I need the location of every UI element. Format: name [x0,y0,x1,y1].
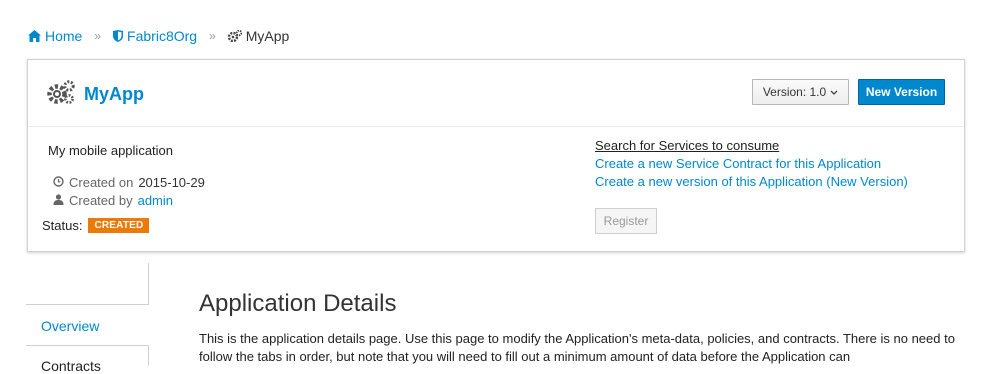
created-on-label: Created on [69,175,134,190]
app-title: MyApp [46,79,144,110]
create-contract-link[interactable]: Create a new Service Contract for this A… [595,155,908,173]
status-label: Status: [42,218,83,233]
new-version-button[interactable]: New Version [858,79,945,105]
version-dropdown[interactable]: Version: 1.0 [752,79,849,105]
register-button[interactable]: Register [595,208,657,234]
user-icon [53,193,64,208]
cogs-icon [227,30,242,42]
create-version-link[interactable]: Create a new version of this Application… [595,173,908,191]
page-intro-text: This is the application details page. Us… [199,331,955,364]
breadcrumb-org-label: Fabric8Org [127,28,198,44]
app-header-panel: MyApp Version: 1.0 New Version My mobile… [27,59,965,252]
breadcrumb-current: MyApp [227,28,290,44]
breadcrumb-home-label: Home [45,28,83,44]
breadcrumb-home[interactable]: Home [28,28,82,44]
created-on-value: 2015-10-29 [138,175,205,190]
created-by-row: Created by admin [53,193,173,208]
breadcrumb-separator: » [209,29,216,43]
breadcrumb-current-label: MyApp [245,28,290,44]
created-by-link[interactable]: admin [138,193,173,208]
sidebar-divider [26,345,149,346]
panel-header: MyApp Version: 1.0 New Version [28,60,964,127]
tab-overview[interactable]: Overview [41,318,99,334]
breadcrumb-org[interactable]: Fabric8Org [113,28,197,44]
status-row: Status: CREATED [42,218,150,233]
page-title: Application Details [199,290,397,317]
search-services-link[interactable]: Search for Services to consume [595,137,908,155]
created-by-label: Created by [69,193,133,208]
tab-contracts[interactable]: Contracts [41,358,101,374]
created-on-row: Created on 2015-10-29 [53,175,205,190]
breadcrumb: Home » Fabric8Org » MyApp [28,28,289,44]
chevron-down-icon [830,85,838,99]
breadcrumb-separator: » [94,29,102,43]
status-badge: CREATED [88,218,150,233]
sidebar-divider [26,304,149,305]
sidebar-divider [148,345,149,366]
home-icon [28,30,41,42]
sidebar-divider [148,263,149,305]
shield-icon [113,30,124,42]
action-links: Search for Services to consume Create a … [595,137,908,191]
cogs-icon [46,79,76,110]
app-description: My mobile application [48,143,174,158]
app-title-label: MyApp [84,84,144,104]
version-dropdown-label: Version: 1.0 [762,85,827,99]
clock-icon [53,175,64,190]
